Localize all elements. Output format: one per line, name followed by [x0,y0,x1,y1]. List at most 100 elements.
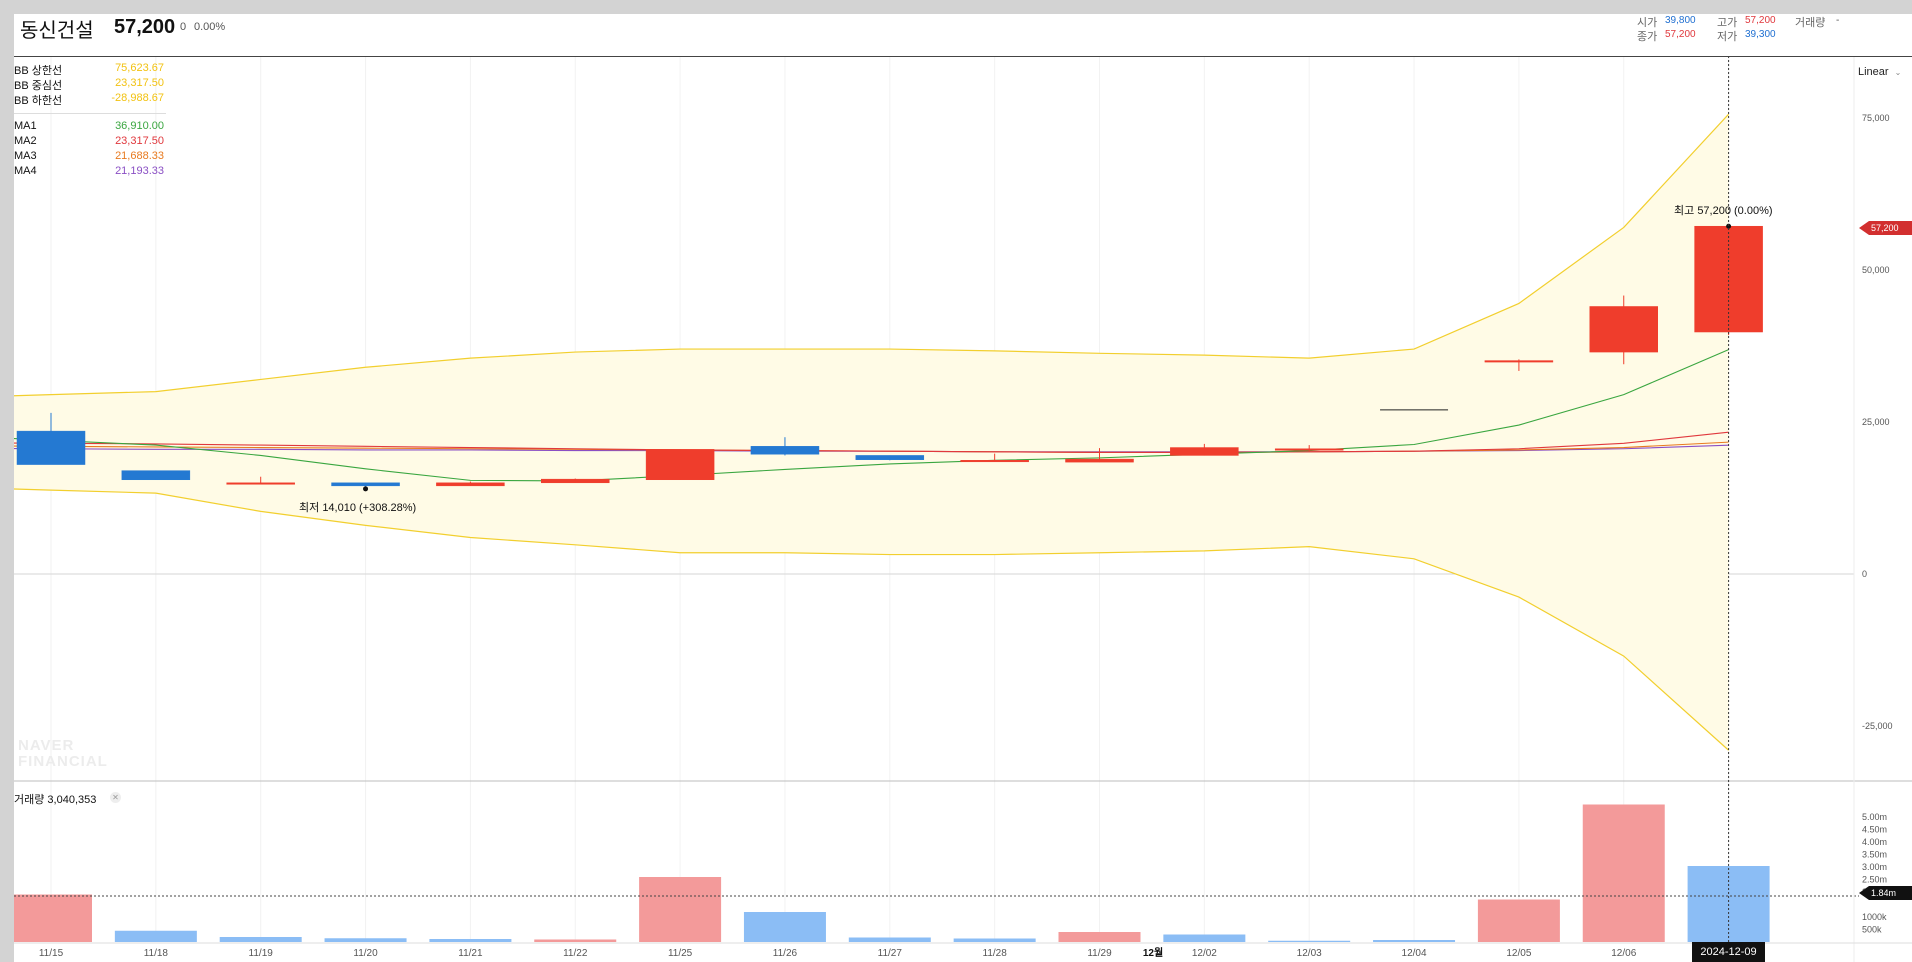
candle-body [1170,447,1239,456]
low-annotation-value: 14,010 (+308.28%) [322,502,417,514]
stock-change-pct: 0.00% [194,21,226,33]
stock-price: 57,200 [114,16,176,38]
candle-body [226,482,295,485]
low-annotation-label: 최저 [299,502,320,514]
volume-axis-tick: 3.50m [1862,850,1887,860]
x-axis-tick: 11/28 [983,948,1008,959]
close-icon[interactable]: ✕ [110,792,121,803]
candle-body [1484,360,1554,363]
chart-window: 75,000 50,000 25,000 0 -25,000 5.00m 4.50m 4.00… [14,14,1912,962]
legend-ma2: MA2 23,317.50 [14,135,174,150]
stock-name: 동신건설 [20,20,94,42]
candle-body [645,449,715,481]
legend-label: BB 상한선 [14,65,63,77]
volume-axis-tick: 5.00m [1862,812,1887,822]
volume-bar [743,912,826,942]
legend-label: MA2 [14,135,37,147]
volume-bar [1582,804,1665,942]
volume-panel-label: 거래량 3,040,353 [14,794,97,806]
volume-axis-tick: 3.00m [1862,862,1887,872]
open-value: 39,800 [1665,15,1696,26]
volume-bar [848,937,931,942]
legend-value: -28,988.67 [111,92,164,104]
legend-value: 36,910.00 [115,120,164,132]
x-axis-tick: 12/03 [1297,948,1322,959]
x-axis-tick: 12월 [1143,947,1163,959]
x-axis-tick: 11/29 [1087,948,1112,959]
scale-mode-label: Linear [1858,66,1889,78]
volume-bar [1477,899,1560,942]
x-axis-tick: 11/21 [458,948,483,959]
x-axis-tick: 12/05 [1506,948,1531,959]
legend-value: 75,623.67 [115,62,164,74]
candle-body [16,430,86,465]
bollinger-band-fill [14,114,1729,751]
legend-value: 23,317.50 [115,135,164,147]
chart-canvas[interactable]: 75,000 50,000 25,000 0 -25,000 5.00m 4.50m 4.00… [14,14,1912,962]
low-value: 39,300 [1745,29,1776,40]
legend-value: 21,688.33 [115,150,164,162]
candle-body [436,482,505,487]
current-price-badge: 57,200 [1859,221,1912,235]
stock-header: 동신건설 57,200 0 0.00% 시가 39,800 고가 57,200 … [14,14,1912,57]
candle-body [750,446,820,455]
high-annotation-label: 최고 [1674,205,1695,217]
legend-value: 23,317.50 [115,77,164,89]
legend-label: BB 중심선 [14,80,63,92]
x-axis-tick: 12/06 [1611,948,1636,959]
volume-axis-tick: 4.50m [1862,825,1887,835]
candle-body [331,482,400,487]
indicator-legend: BB 상한선 75,623.67 BB 중심선 23,317.50 BB 하한선… [14,62,174,180]
legend-label: MA1 [14,120,37,132]
volume-bar [429,939,512,942]
price-axis-tick: -25,000 [1862,721,1893,731]
x-axis-tick: 11/27 [878,948,903,959]
price-axis-tick: 0 [1862,569,1867,579]
x-axis-tick: 11/20 [353,948,378,959]
high-annotation: 최고 57,200 (0.00%) [1674,202,1773,218]
volume-bar [114,930,197,942]
legend-label: MA4 [14,165,37,177]
low-marker [363,486,369,492]
legend-ma4: MA4 21,193.33 [14,165,174,180]
scale-mode-dropdown[interactable]: Linear ⌄ [1858,66,1901,78]
x-axis-tick: 11/15 [39,948,64,959]
high-annotation-value: 57,200 (0.00%) [1697,205,1773,217]
candle-body [1065,458,1134,463]
volume-axis-tick: 500k [1862,925,1882,935]
chevron-down-icon: ⌄ [1894,68,1902,77]
volume-bar [1058,932,1141,942]
current-volume-badge: 1.84m [1859,886,1912,900]
volume-axis-tick: 4.00m [1862,837,1887,847]
volume-bar [324,938,407,942]
candle-body [1589,306,1658,353]
x-axis-tick: 11/26 [773,948,798,959]
volume-bar [534,939,617,942]
volume-head-value: - [1836,15,1840,26]
low-annotation: 최저 14,010 (+308.28%) [299,499,416,515]
candle-body [121,470,191,481]
volume-head-label: 거래량 [1795,17,1826,29]
price-axis-tick: 25,000 [1862,417,1890,427]
legend-ma1: MA1 36,910.00 [14,120,174,135]
volume-axis-tick: 1000k [1862,912,1887,922]
x-axis-tick: 12/04 [1402,948,1427,959]
legend-label: BB 하한선 [14,95,63,107]
legend-bb-middle: BB 중심선 23,317.50 [14,77,174,92]
legend-bb-upper: BB 상한선 75,623.67 [14,62,174,77]
close-value: 57,200 [1665,29,1696,40]
candle-body [960,460,1029,463]
candle-body [855,455,925,460]
close-label: 종가 [1637,31,1658,43]
candle-body [1274,448,1344,451]
legend-bb-lower: BB 하한선 -28,988.67 [14,92,174,107]
candle-body [541,478,610,484]
x-axis-tick: 11/18 [144,948,169,959]
x-axis-tick: 11/19 [249,948,274,959]
price-axis-tick: 75,000 [1862,113,1890,123]
high-value: 57,200 [1745,15,1776,26]
price-axis-tick: 50,000 [1862,265,1890,275]
x-axis-tick: 12/02 [1192,948,1217,959]
x-axis-tick: 11/22 [563,948,588,959]
volume-bar [219,937,302,942]
